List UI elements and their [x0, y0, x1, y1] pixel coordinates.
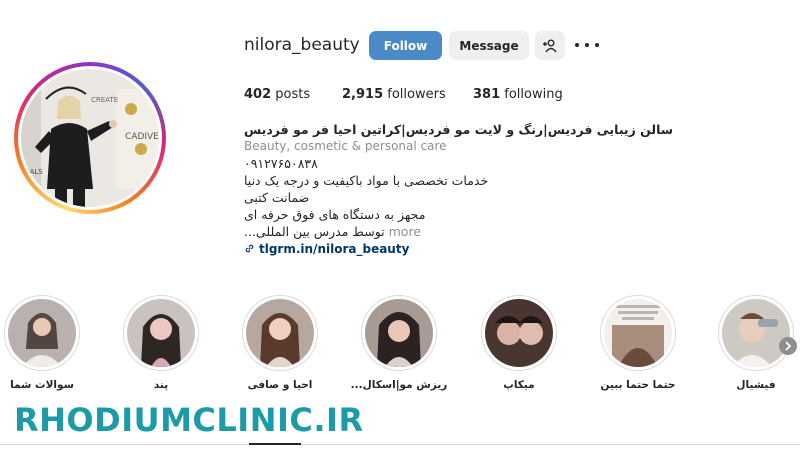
highlight-item[interactable]: پند — [121, 295, 201, 395]
highlight-label: پند — [153, 379, 169, 391]
avatar-border: CADIVEU CREATE SALS — [18, 66, 162, 210]
bio-line-3: مجهز به دستگاه های فوق حرفه ای — [244, 207, 426, 222]
add-user-icon — [543, 39, 557, 52]
highlight-ring — [4, 295, 80, 371]
more-dot — [575, 43, 579, 47]
following-stat[interactable]: 381 following — [473, 87, 563, 102]
profile-avatar-ring[interactable]: CADIVEU CREATE SALS — [14, 62, 166, 214]
highlight-item[interactable]: ریزش مو|اسکال... — [351, 295, 447, 395]
follow-button[interactable]: Follow — [369, 31, 442, 60]
followers-label: followers — [387, 87, 446, 102]
bio-link[interactable]: tlgrm.in/nilora_beauty — [259, 242, 409, 256]
highlight-label: حتما حتما ببین — [600, 379, 676, 391]
following-count: 381 — [473, 87, 501, 102]
highlight-ring — [600, 295, 676, 371]
bio-phone: ۰۹۱۲۷۶۵۰۸۳۸ — [244, 156, 318, 171]
highlight-cover — [365, 299, 433, 367]
svg-text:SALS: SALS — [25, 168, 43, 176]
highlight-item[interactable]: احیا و صافی — [240, 295, 320, 395]
link-icon — [245, 244, 254, 253]
bio-line-4-row: توسط مدرس بین المللی... more — [244, 223, 421, 240]
avatar-photo-image: CADIVEU CREATE SALS — [21, 69, 159, 207]
following-label: following — [504, 87, 563, 102]
more-dot — [585, 43, 589, 47]
more-options-icon[interactable] — [575, 36, 599, 54]
followers-count: 2,915 — [342, 87, 384, 102]
add-user-button[interactable] — [535, 31, 565, 60]
highlight-label: ریزش مو|اسکال... — [350, 379, 448, 391]
posts-label: posts — [275, 87, 311, 102]
highlight-label: سوالات شما — [10, 379, 74, 391]
highlight-cover — [127, 299, 195, 367]
highlights-next-button[interactable] — [779, 337, 797, 355]
highlight-cover — [8, 299, 76, 367]
highlight-ring — [718, 295, 794, 371]
bio-more-link[interactable]: more — [389, 224, 421, 239]
highlight-cover — [246, 299, 314, 367]
bio-line-4: توسط مدرس بین المللی... — [244, 224, 385, 239]
followers-stat[interactable]: 2,915 followers — [342, 87, 446, 102]
watermark-text: RHODIUMCLINIC.IR — [14, 401, 364, 439]
svg-text:CADIVEU: CADIVEU — [125, 132, 159, 142]
highlight-label: احیا و صافی — [247, 379, 313, 391]
highlight-ring — [361, 295, 437, 371]
highlight-cover — [722, 299, 790, 367]
chevron-right-icon — [785, 341, 792, 351]
highlight-ring — [242, 295, 318, 371]
highlight-item[interactable]: میکاپ — [479, 295, 559, 395]
highlight-label: میکاپ — [503, 379, 535, 391]
avatar[interactable]: CADIVEU CREATE SALS — [21, 69, 159, 207]
highlight-item[interactable]: سوالات شما — [2, 295, 82, 395]
posts-stat: 402 posts — [244, 87, 310, 102]
tab-divider — [0, 444, 800, 445]
active-tab-indicator — [249, 443, 301, 445]
message-button[interactable]: Message — [449, 31, 529, 60]
bio-category: Beauty, cosmetic & personal care — [244, 139, 447, 153]
bio-name: سالن زیبایی فردیس|رنگ و لایت مو فردیس|کر… — [244, 122, 674, 137]
highlight-cover — [485, 299, 553, 367]
highlight-item[interactable]: حتما حتما ببین — [598, 295, 678, 395]
highlight-cover — [604, 299, 672, 367]
bio-link-row[interactable]: tlgrm.in/nilora_beauty — [244, 240, 409, 258]
posts-count: 402 — [244, 87, 272, 102]
bio-line-2: ضمانت کتبی — [244, 190, 310, 205]
highlight-label: فیشیال — [736, 379, 776, 391]
highlight-ring — [481, 295, 557, 371]
profile-username: nilora_beauty — [244, 35, 360, 55]
highlight-ring — [123, 295, 199, 371]
more-dot — [595, 43, 599, 47]
bio-line-1: خدمات تخصصی با مواد باکیفیت و درجه یک دن… — [244, 173, 489, 188]
svg-text:CREATE: CREATE — [91, 96, 118, 104]
